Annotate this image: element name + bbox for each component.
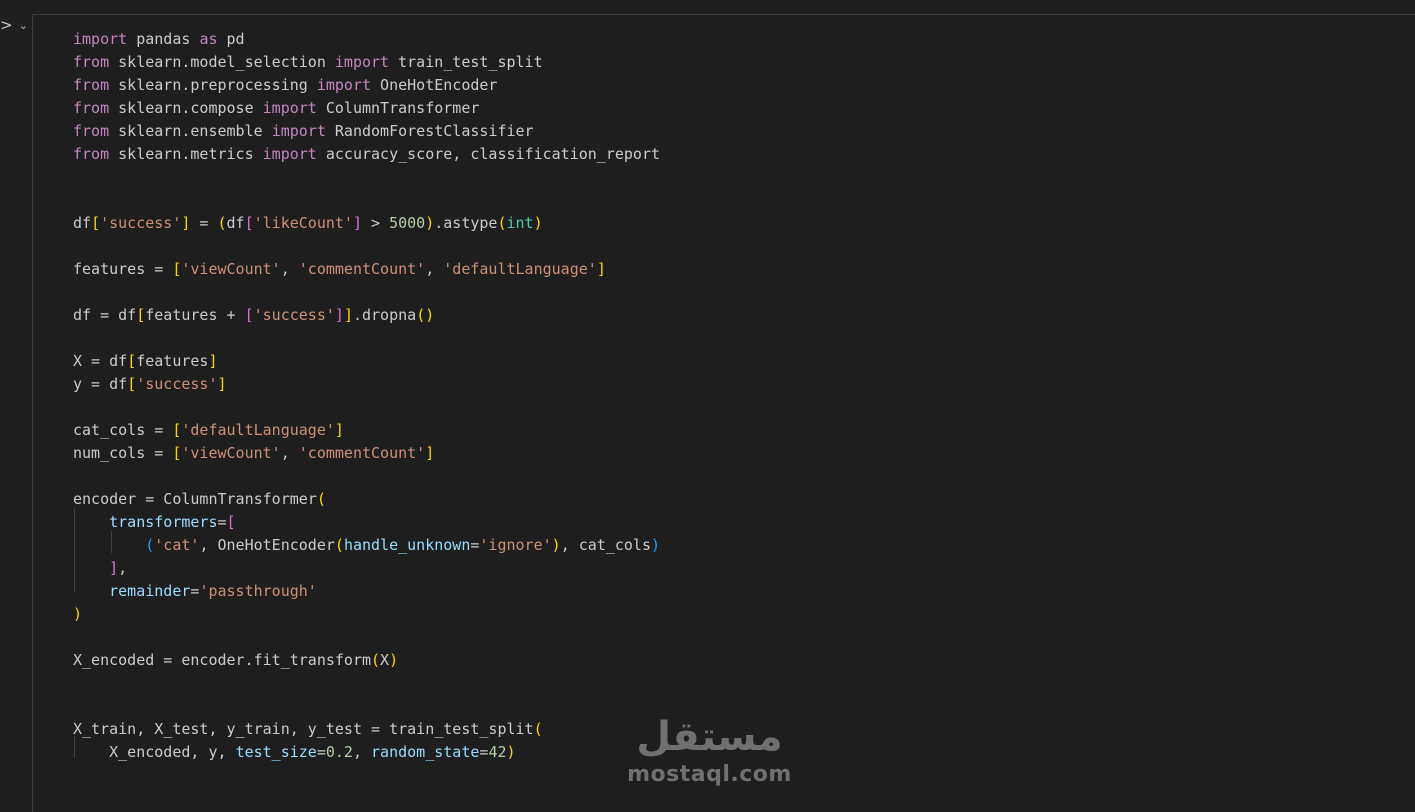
code-line[interactable]: [73, 465, 660, 488]
execute-cell-icon[interactable]: >: [0, 16, 13, 34]
code-line[interactable]: [73, 396, 660, 419]
run-cell-control[interactable]: > ⌄: [0, 14, 28, 36]
code-line[interactable]: [73, 189, 660, 212]
code-line[interactable]: [73, 327, 660, 350]
code-line[interactable]: ): [73, 603, 660, 626]
code-line[interactable]: cat_cols = ['defaultLanguage']: [73, 419, 660, 442]
cell-gutter: [0, 0, 32, 812]
code-line[interactable]: [73, 166, 660, 189]
chevron-down-icon[interactable]: ⌄: [19, 19, 28, 32]
code-line[interactable]: ('cat', OneHotEncoder(handle_unknown='ig…: [73, 534, 660, 557]
watermark-latin-text: mostaql.com: [627, 762, 792, 787]
code-line[interactable]: ],: [73, 557, 660, 580]
code-line[interactable]: y = df['success']: [73, 373, 660, 396]
code-line[interactable]: encoder = ColumnTransformer(: [73, 488, 660, 511]
code-line[interactable]: X = df[features]: [73, 350, 660, 373]
watermark-logo: مستقل mostaql.com: [622, 712, 797, 797]
code-line[interactable]: X_encoded = encoder.fit_transform(X): [73, 649, 660, 672]
code-editor[interactable]: import pandas as pd from sklearn.model_se…: [73, 28, 660, 764]
code-line[interactable]: X_encoded, y, test_size=0.2, random_stat…: [73, 741, 660, 764]
code-line[interactable]: [73, 281, 660, 304]
code-line[interactable]: [73, 626, 660, 649]
code-line[interactable]: [73, 695, 660, 718]
code-line[interactable]: [73, 235, 660, 258]
code-line[interactable]: from sklearn.model_selection import trai…: [73, 51, 660, 74]
code-line[interactable]: transformers=[: [73, 511, 660, 534]
code-line[interactable]: from sklearn.compose import ColumnTransf…: [73, 97, 660, 120]
watermark-arabic-text: مستقل: [636, 714, 783, 760]
code-line[interactable]: from sklearn.preprocessing import OneHot…: [73, 74, 660, 97]
code-line[interactable]: df = df[features + ['success']].dropna(): [73, 304, 660, 327]
code-line[interactable]: df['success'] = (df['likeCount'] > 5000)…: [73, 212, 660, 235]
code-line[interactable]: from sklearn.metrics import accuracy_sco…: [73, 143, 660, 166]
code-line[interactable]: features = ['viewCount', 'commentCount',…: [73, 258, 660, 281]
code-line[interactable]: X_train, X_test, y_train, y_test = train…: [73, 718, 660, 741]
code-line[interactable]: num_cols = ['viewCount', 'commentCount']: [73, 442, 660, 465]
code-line[interactable]: from sklearn.ensemble import RandomFores…: [73, 120, 660, 143]
code-line[interactable]: import pandas as pd: [73, 28, 660, 51]
code-line[interactable]: remainder='passthrough': [73, 580, 660, 603]
code-line[interactable]: [73, 672, 660, 695]
